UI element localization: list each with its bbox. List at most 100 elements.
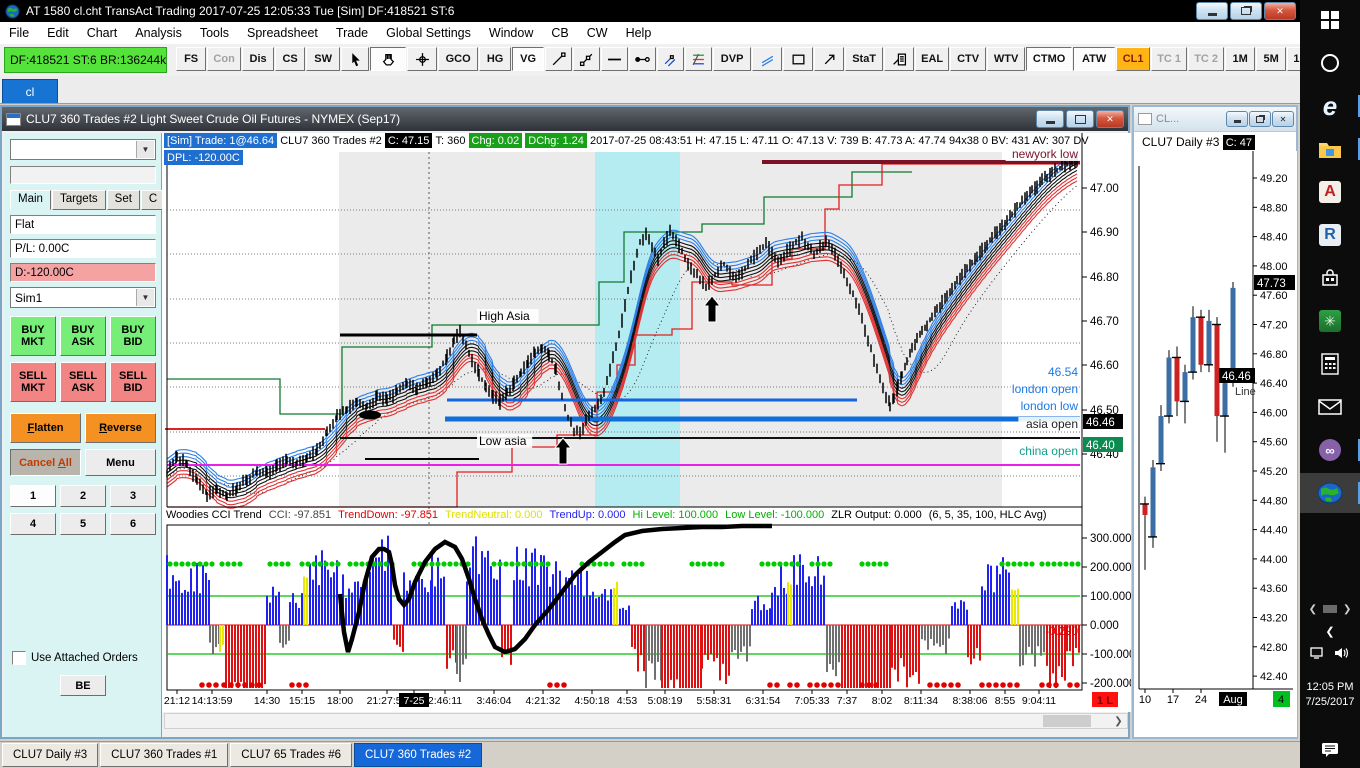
r-app[interactable]: R (1300, 215, 1360, 255)
wtv-button[interactable]: WTV (987, 47, 1026, 71)
chart-maximize-button[interactable] (1066, 110, 1094, 128)
chevron-down-icon[interactable]: ▼ (136, 141, 154, 158)
menu-edit[interactable]: Edit (38, 22, 78, 44)
app-minimize-button[interactable] (1196, 2, 1228, 20)
tab-targets[interactable]: Targets (51, 190, 106, 210)
pan-tool[interactable] (370, 47, 407, 71)
reverse-button[interactable]: Reverse (85, 413, 156, 443)
cs-button[interactable]: CS (275, 47, 306, 71)
skype-app[interactable]: ∞ (1300, 430, 1360, 470)
vg-button[interactable]: VG (512, 47, 545, 71)
menu-file[interactable]: File (0, 22, 38, 44)
daily-close-button[interactable]: ✕ (1272, 111, 1294, 127)
pl-field[interactable]: P/L: 0.00C (10, 239, 156, 258)
rectangle-tool[interactable] (783, 47, 814, 71)
segment-tool[interactable] (629, 47, 657, 71)
app-restore-button[interactable] (1230, 2, 1262, 20)
buy-ask-button[interactable]: BUY ASK (60, 316, 106, 356)
eal-button[interactable]: EAL (915, 47, 950, 71)
pointer-tool[interactable] (341, 47, 370, 71)
account-combo[interactable]: Sim1 ▼ (10, 287, 156, 308)
attached-orders-checkbox[interactable] (12, 651, 26, 665)
chevron-down-icon[interactable]: ▼ (136, 289, 154, 306)
breakeven-button[interactable]: BE (60, 675, 106, 696)
trendline-tool[interactable] (545, 47, 573, 71)
stat-button[interactable]: StaT (845, 47, 884, 71)
ctmo-button[interactable]: CTMO (1026, 47, 1073, 71)
chart-tab-2[interactable]: CLU7 65 Trades #6 (230, 743, 353, 767)
quantity-2-button[interactable]: 2 (60, 485, 106, 507)
chart-tab-3[interactable]: CLU7 360 Trades #2 (354, 743, 483, 767)
quantity-5-button[interactable]: 5 (60, 513, 106, 535)
menu-spreadsheet[interactable]: Spreadsheet (238, 22, 327, 44)
calculator-app[interactable] (1300, 344, 1360, 384)
menu-trade[interactable]: Trade (327, 22, 377, 44)
taskbar-scroll[interactable]: ❮ ❯ (1300, 598, 1360, 620)
menu-chart[interactable]: Chart (78, 22, 127, 44)
menu-help[interactable]: Help (617, 22, 661, 44)
position-field[interactable]: Flat (10, 215, 156, 234)
chart-minimize-button[interactable] (1036, 110, 1064, 128)
con-button[interactable]: Con (207, 47, 242, 71)
menu-analysis[interactable]: Analysis (126, 22, 191, 44)
menu-global-settings[interactable]: Global Settings (377, 22, 480, 44)
chart-tab-1[interactable]: CLU7 360 Trades #1 (100, 743, 229, 767)
menu-cb[interactable]: CB (542, 22, 577, 44)
quantity-4-button[interactable]: 4 (10, 513, 56, 535)
channel-tool[interactable] (752, 47, 783, 71)
quantity-1-button[interactable]: 1 (10, 485, 56, 507)
chart-hscrollbar[interactable]: ❯ (164, 713, 1128, 729)
buy-bid-button[interactable]: BUY BID (110, 316, 156, 356)
atw-button[interactable]: ATW (1073, 47, 1116, 71)
tab-main[interactable]: Main (10, 190, 51, 210)
chart-close-button[interactable]: ✕ (1096, 110, 1124, 128)
fs-button[interactable]: FS (176, 47, 207, 71)
sell-ask-button[interactable]: SELL ASK (60, 362, 106, 402)
tc1-button[interactable]: TC 1 (1151, 47, 1188, 71)
chart-window-titlebar[interactable]: CLU7 360 Trades #2 Light Sweet Crude Oil… (2, 107, 1128, 131)
pitchfork-tool[interactable] (657, 47, 685, 71)
app-close-button[interactable]: ✕ (1264, 2, 1296, 20)
sw-button[interactable]: SW (306, 47, 341, 71)
taskbar-clock[interactable]: 12:05 PM 7/25/2017 (1300, 680, 1360, 710)
chart-tab-0[interactable]: CLU7 Daily #3 (2, 743, 99, 767)
store-app[interactable] (1300, 258, 1360, 298)
note-tool[interactable] (884, 47, 915, 71)
quantity-3-button[interactable]: 3 (110, 485, 156, 507)
cortana-button[interactable] (1300, 43, 1360, 83)
order-type-combo[interactable]: ▼ (10, 139, 156, 160)
fib-tool[interactable] (685, 47, 713, 71)
cancel-all-button[interactable]: Cancel All (10, 449, 81, 476)
intraday-chart[interactable]: newyork low High Asia Low asia london open 4… (162, 133, 1131, 712)
tc2-button[interactable]: TC 2 (1188, 47, 1225, 71)
daily-restore-button[interactable] (1249, 111, 1271, 127)
cl1-button[interactable]: CL1 (1116, 47, 1151, 71)
transact-app[interactable] (1300, 473, 1360, 513)
menu-button[interactable]: Menu (85, 449, 156, 476)
autocad-app[interactable]: A (1300, 172, 1360, 212)
gco-button[interactable]: GCO (438, 47, 479, 71)
start-button[interactable] (1300, 0, 1360, 40)
tray-expand-chevron-icon[interactable]: ❮ (1300, 622, 1360, 640)
flatten-button[interactable]: Flatten (10, 413, 81, 443)
edge-app[interactable]: e (1300, 86, 1360, 126)
file-explorer-app[interactable] (1300, 129, 1360, 169)
m5-button[interactable]: 5M (1256, 47, 1287, 71)
sell-bid-button[interactable]: SELL BID (110, 362, 156, 402)
hscrollbar-thumb[interactable] (1043, 715, 1091, 727)
menu-window[interactable]: Window (480, 22, 542, 44)
doc-tab-cl[interactable]: cl (2, 79, 58, 103)
m1-button[interactable]: 1M (1225, 47, 1256, 71)
buy-mkt-button[interactable]: BUY MKT (10, 316, 56, 356)
crosshair-tool[interactable] (407, 47, 438, 71)
daily-window-titlebar[interactable]: CL... ✕ (1134, 107, 1296, 132)
arrow-tool[interactable] (814, 47, 845, 71)
hscroll-right-arrow-icon[interactable]: ❯ (1111, 715, 1126, 727)
ctv-button[interactable]: CTV (950, 47, 987, 71)
dvp-button[interactable]: DVP (713, 47, 752, 71)
webex-app[interactable]: ✳ (1300, 301, 1360, 341)
sell-mkt-button[interactable]: SELL MKT (10, 362, 56, 402)
menu-cw[interactable]: CW (578, 22, 617, 44)
mail-app[interactable] (1300, 387, 1360, 427)
dis-button[interactable]: Dis (242, 47, 275, 71)
